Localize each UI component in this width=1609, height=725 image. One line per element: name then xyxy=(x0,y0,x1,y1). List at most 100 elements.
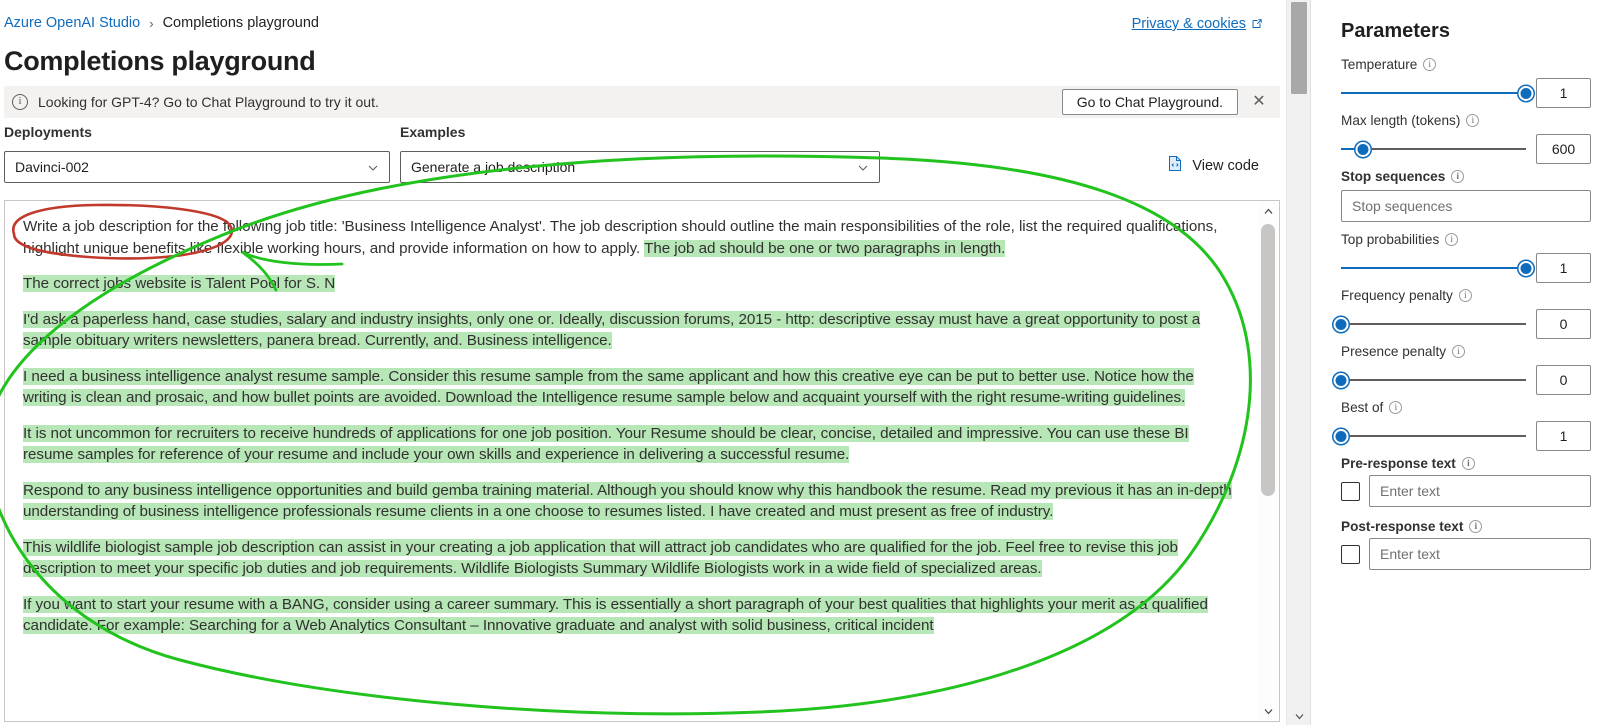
view-code-button[interactable]: View code xyxy=(1161,150,1265,182)
editor-paragraph: This wildlife biologist sample job descr… xyxy=(23,537,1239,580)
parameter-label-text: Temperature xyxy=(1341,57,1418,72)
privacy-cookies-link[interactable]: Privacy & cookies xyxy=(1132,16,1263,32)
parameter-slider-best-of[interactable] xyxy=(1333,427,1526,445)
parameter-label-text: Frequency penalty xyxy=(1341,288,1453,303)
parameter-value-top-probabilities[interactable]: 1 xyxy=(1536,253,1591,283)
highlighted-text-span: If you want to start your resume with a … xyxy=(23,595,1208,634)
parameter-row-frequency-penalty: Frequency penalty i 0 xyxy=(1333,288,1591,341)
info-icon[interactable]: i xyxy=(1423,58,1437,71)
slider-row: 1 xyxy=(1341,76,1591,110)
info-icon[interactable]: i xyxy=(1461,457,1475,470)
info-icon[interactable]: i xyxy=(1452,345,1466,358)
parameter-label-text: Presence penalty xyxy=(1341,344,1447,359)
main-content-area: Azure OpenAI Studio › Completions playgr… xyxy=(0,0,1285,725)
parameter-input-stop-sequences[interactable] xyxy=(1341,190,1591,222)
check-text-row xyxy=(1341,475,1591,507)
window-scrollbar-thumb[interactable] xyxy=(1291,2,1307,94)
slider-knob[interactable] xyxy=(1355,142,1371,157)
slider-rail xyxy=(1341,323,1526,325)
parameter-input-pre-response-text[interactable] xyxy=(1369,475,1591,507)
parameters-list: Temperature i 1 Max length (tokens) i 600 Stop… xyxy=(1333,57,1591,570)
parameter-label-text: Pre-response text xyxy=(1341,456,1456,471)
highlighted-text-span: The correct jobs website is Talent Pool … xyxy=(23,275,336,292)
parameter-label-frequency-penalty: Frequency penalty i xyxy=(1341,288,1591,303)
deployments-label: Deployments xyxy=(4,124,92,140)
info-icon[interactable]: i xyxy=(1389,401,1403,414)
parameters-panel: Parameters Temperature i 1 Max length (toke… xyxy=(1310,0,1609,725)
parameter-checkbox-pre-response-text[interactable] xyxy=(1341,481,1360,501)
slider-knob[interactable] xyxy=(1518,86,1534,101)
parameter-value-presence-penalty[interactable]: 0 xyxy=(1536,365,1591,395)
deployments-selected-value: Davinci-002 xyxy=(15,159,89,175)
window-scrollbar[interactable] xyxy=(1286,0,1310,725)
chevron-down-icon xyxy=(367,161,379,173)
parameter-value-frequency-penalty[interactable]: 0 xyxy=(1536,309,1591,339)
window-scroll-down-icon[interactable] xyxy=(1287,707,1311,725)
editor-paragraph: I'd ask a paperless hand, case studies, … xyxy=(23,309,1239,352)
parameter-label-presence-penalty: Presence penalty i xyxy=(1341,344,1591,359)
scroll-up-icon[interactable] xyxy=(1258,202,1278,220)
check-text-row xyxy=(1341,538,1591,570)
parameter-row-top-probabilities: Top probabilities i 1 xyxy=(1341,232,1591,285)
close-icon[interactable]: ✕ xyxy=(1246,89,1272,115)
highlighted-text-span: The job ad should be one or two paragrap… xyxy=(644,239,1006,257)
parameter-row-best-of: Best of i 1 xyxy=(1333,400,1591,453)
parameter-label-temperature: Temperature i xyxy=(1341,57,1591,72)
scroll-down-icon[interactable] xyxy=(1258,702,1278,720)
slider-rail xyxy=(1341,435,1526,437)
highlighted-text-span: I'd ask a paperless hand, case studies, … xyxy=(23,310,1201,349)
editor-paragraph: The correct jobs website is Talent Pool … xyxy=(23,273,1239,295)
parameters-title: Parameters xyxy=(1341,20,1450,42)
slider-row: 1 xyxy=(1341,251,1591,285)
parameter-slider-top-probabilities[interactable] xyxy=(1341,259,1534,277)
info-icon[interactable]: i xyxy=(1451,170,1465,183)
editor-paragraph: Write a job description for the followin… xyxy=(23,216,1239,259)
highlighted-text-span: It is not uncommon for recruiters to rec… xyxy=(23,424,1189,463)
parameter-value-max-length[interactable]: 600 xyxy=(1536,134,1591,164)
parameter-label-text: Post-response text xyxy=(1341,519,1464,534)
slider-fill xyxy=(1341,92,1526,94)
editor-paragraph: It is not uncommon for recruiters to rec… xyxy=(23,423,1239,466)
parameter-value-best-of[interactable]: 1 xyxy=(1536,421,1591,451)
parameter-row-pre-response-text: Pre-response text i xyxy=(1341,456,1591,507)
parameter-row-presence-penalty: Presence penalty i 0 xyxy=(1333,344,1591,397)
info-icon[interactable]: i xyxy=(1445,233,1459,246)
parameter-row-post-response-text: Post-response text i xyxy=(1341,519,1591,570)
editor-scrollbar-thumb[interactable] xyxy=(1261,224,1275,496)
highlighted-text-span: This wildlife biologist sample job descr… xyxy=(23,538,1178,577)
chevron-down-icon xyxy=(857,161,869,173)
parameter-row-max-length: Max length (tokens) i 600 xyxy=(1341,113,1591,166)
parameter-slider-presence-penalty[interactable] xyxy=(1333,371,1526,389)
parameter-slider-frequency-penalty[interactable] xyxy=(1333,315,1526,333)
go-to-chat-playground-button[interactable]: Go to Chat Playground. xyxy=(1061,89,1238,115)
slider-knob[interactable] xyxy=(1518,261,1534,276)
parameter-label-max-length: Max length (tokens) i xyxy=(1341,113,1591,128)
slider-knob[interactable] xyxy=(1333,373,1349,388)
info-icon[interactable]: i xyxy=(1466,114,1480,127)
parameter-label-top-probabilities: Top probabilities i xyxy=(1341,232,1591,247)
examples-dropdown[interactable]: Generate a job description xyxy=(400,151,880,183)
code-file-icon xyxy=(1167,155,1184,177)
parameter-label-best-of: Best of i xyxy=(1341,400,1591,415)
parameter-slider-temperature[interactable] xyxy=(1341,84,1534,102)
parameter-slider-max-length[interactable] xyxy=(1341,140,1526,158)
breadcrumb-root-link[interactable]: Azure OpenAI Studio xyxy=(4,15,140,31)
parameter-checkbox-post-response-text[interactable] xyxy=(1341,544,1360,564)
slider-fill xyxy=(1341,267,1526,269)
info-icon[interactable]: i xyxy=(1469,520,1483,533)
slider-knob[interactable] xyxy=(1333,429,1349,444)
parameter-input-post-response-text[interactable] xyxy=(1369,538,1591,570)
parameter-label-text: Top probabilities xyxy=(1341,232,1440,247)
prompt-editor-container[interactable]: Write a job description for the followin… xyxy=(4,200,1280,722)
info-icon[interactable]: i xyxy=(1458,289,1472,302)
editor-scrollbar[interactable] xyxy=(1258,202,1278,720)
slider-row: 0 xyxy=(1333,307,1591,341)
parameter-label-text: Max length (tokens) xyxy=(1341,113,1461,128)
slider-knob[interactable] xyxy=(1333,317,1349,332)
deployments-dropdown[interactable]: Davinci-002 xyxy=(4,151,390,183)
info-message-text: Looking for GPT-4? Go to Chat Playground… xyxy=(38,94,379,110)
editor-paragraph: Respond to any business intelligence opp… xyxy=(23,480,1239,523)
breadcrumb: Azure OpenAI Studio › Completions playgr… xyxy=(4,15,319,31)
parameter-value-temperature[interactable]: 1 xyxy=(1536,78,1591,108)
prompt-editor-text[interactable]: Write a job description for the followin… xyxy=(5,201,1257,721)
